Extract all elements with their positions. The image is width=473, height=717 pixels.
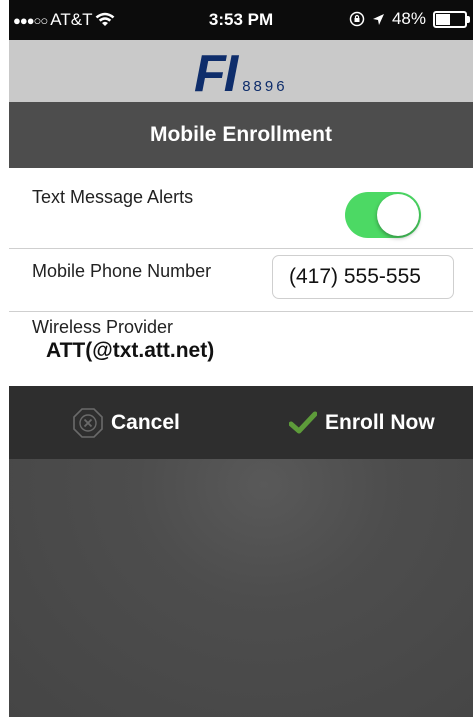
action-bar: Cancel Enroll Now bbox=[9, 386, 473, 459]
phone-number-input[interactable] bbox=[272, 255, 454, 299]
wireless-provider-label: Wireless Provider bbox=[32, 317, 174, 337]
wireless-provider-value: ATT(@txt.att.net) bbox=[46, 339, 215, 362]
battery-percent: 48% bbox=[391, 9, 426, 28]
logo-letters: FI bbox=[194, 45, 238, 103]
page-title: Mobile Enrollment bbox=[9, 102, 473, 168]
cancel-x-icon bbox=[73, 407, 103, 438]
phone-number-row: Mobile Phone Number bbox=[9, 249, 473, 312]
text-alerts-label: Text Message Alerts bbox=[32, 187, 194, 207]
enroll-now-label: Enroll Now bbox=[325, 410, 435, 434]
cancel-button[interactable]: Cancel bbox=[73, 386, 180, 459]
wireless-provider-row[interactable]: Wireless Provider ATT(@txt.att.net) bbox=[9, 312, 473, 386]
text-alerts-row: Text Message Alerts bbox=[9, 168, 473, 249]
battery-icon bbox=[433, 10, 470, 28]
logo-number: 8896 bbox=[242, 78, 288, 95]
enroll-now-button[interactable]: Enroll Now bbox=[289, 386, 435, 459]
toggle-knob bbox=[377, 194, 419, 236]
text-alerts-toggle[interactable] bbox=[345, 192, 421, 238]
institution-logo: FI 8896 bbox=[194, 40, 288, 102]
phone-number-label: Mobile Phone Number bbox=[32, 261, 212, 281]
location-arrow-icon bbox=[372, 13, 384, 25]
cancel-label: Cancel bbox=[111, 410, 180, 434]
status-bar: ●●●○○ AT&T 3:53 PM 48% bbox=[9, 0, 473, 40]
brand-bar: FI 8896 bbox=[9, 40, 473, 102]
background-panel bbox=[9, 459, 473, 717]
app-screen: ●●●○○ AT&T 3:53 PM 48% FI 8896 Mobile En… bbox=[9, 0, 473, 717]
orientation-lock-icon bbox=[349, 11, 365, 27]
checkmark-icon bbox=[289, 411, 317, 433]
status-indicators: 48% bbox=[349, 9, 470, 29]
